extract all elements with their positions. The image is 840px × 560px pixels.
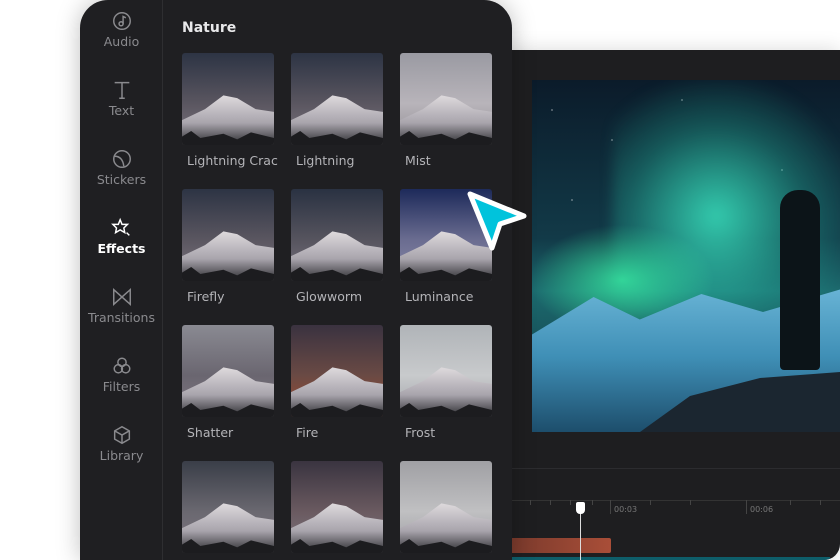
tick (790, 500, 791, 505)
tick (746, 500, 747, 514)
effect-thumbnail[interactable] (182, 189, 274, 281)
effect-thumbnail[interactable] (291, 461, 383, 553)
sidebar-item-label: Audio (103, 34, 140, 49)
sticker-icon (112, 150, 131, 168)
editor-window: 00:03 00:06 (500, 50, 840, 560)
effect-thumbnail[interactable] (182, 325, 274, 417)
effect-label: Glowworm (296, 289, 362, 304)
tick (610, 500, 611, 514)
sidebar-item-filters[interactable]: Filters (80, 355, 163, 394)
music-note-icon (112, 12, 131, 30)
sidebar-item-label: Stickers (96, 172, 147, 187)
effect-label: Lightning Crac (187, 153, 278, 168)
tick (550, 500, 551, 505)
category-title: Nature (182, 20, 237, 36)
effect-label: Mist (405, 153, 431, 168)
effect-thumbnail[interactable] (400, 325, 492, 417)
sidebar-item-effects[interactable]: Effects (80, 217, 163, 256)
effect-label: Luminance (405, 289, 474, 304)
sidebar-item-stickers[interactable]: Stickers (80, 148, 163, 187)
sparkle-star-icon (110, 217, 130, 236)
effect-thumbnail[interactable] (291, 325, 383, 417)
sidebar-item-label: Library (99, 448, 144, 463)
filters-circles-icon (112, 357, 131, 374)
tick (570, 500, 571, 505)
bowtie-icon (112, 288, 131, 306)
playhead-handle[interactable] (576, 502, 585, 514)
sidebar-item-label: Transitions (88, 310, 155, 325)
sidebar-item-library[interactable]: Library (80, 424, 163, 463)
effect-label: Frost (405, 425, 436, 440)
effect-thumbnail[interactable] (182, 53, 274, 145)
tick (690, 500, 691, 505)
sidebar-item-transitions[interactable]: Transitions (80, 286, 163, 325)
tick (530, 500, 531, 505)
divider (500, 468, 840, 469)
sidebar-item-label: Effects (97, 241, 146, 256)
effect-label: Shatter (187, 425, 234, 440)
effect-thumbnail[interactable] (291, 189, 383, 281)
effects-panel: Audio Text Stickers Effects Transitions … (80, 0, 512, 560)
time-label: 00:03 (614, 505, 638, 514)
time-label: 00:06 (750, 505, 774, 514)
tick (820, 500, 821, 505)
sidebar-item-label: Filters (102, 379, 141, 394)
tick (650, 500, 651, 505)
effect-label: Firefly (187, 289, 225, 304)
effect-thumbnail[interactable] (400, 53, 492, 145)
sidebar-item-audio[interactable]: Audio (80, 10, 163, 49)
effect-thumbnail[interactable] (182, 461, 274, 553)
effect-thumbnail[interactable] (291, 53, 383, 145)
person-silhouette (780, 190, 820, 370)
effect-label: Fire (296, 425, 319, 440)
cube-icon (113, 425, 130, 445)
sidebar-item-label: Text (108, 103, 135, 118)
timeline-clip[interactable] (510, 538, 611, 553)
effect-label: Lightning (296, 153, 355, 168)
effect-thumbnail[interactable] (400, 461, 492, 553)
video-preview[interactable] (532, 80, 840, 432)
sidebar: Audio Text Stickers Effects Transitions … (80, 0, 163, 560)
pointer-cursor-icon (467, 191, 527, 251)
tick (592, 500, 593, 505)
sidebar-item-text[interactable]: Text (80, 79, 163, 118)
text-icon (114, 81, 129, 99)
